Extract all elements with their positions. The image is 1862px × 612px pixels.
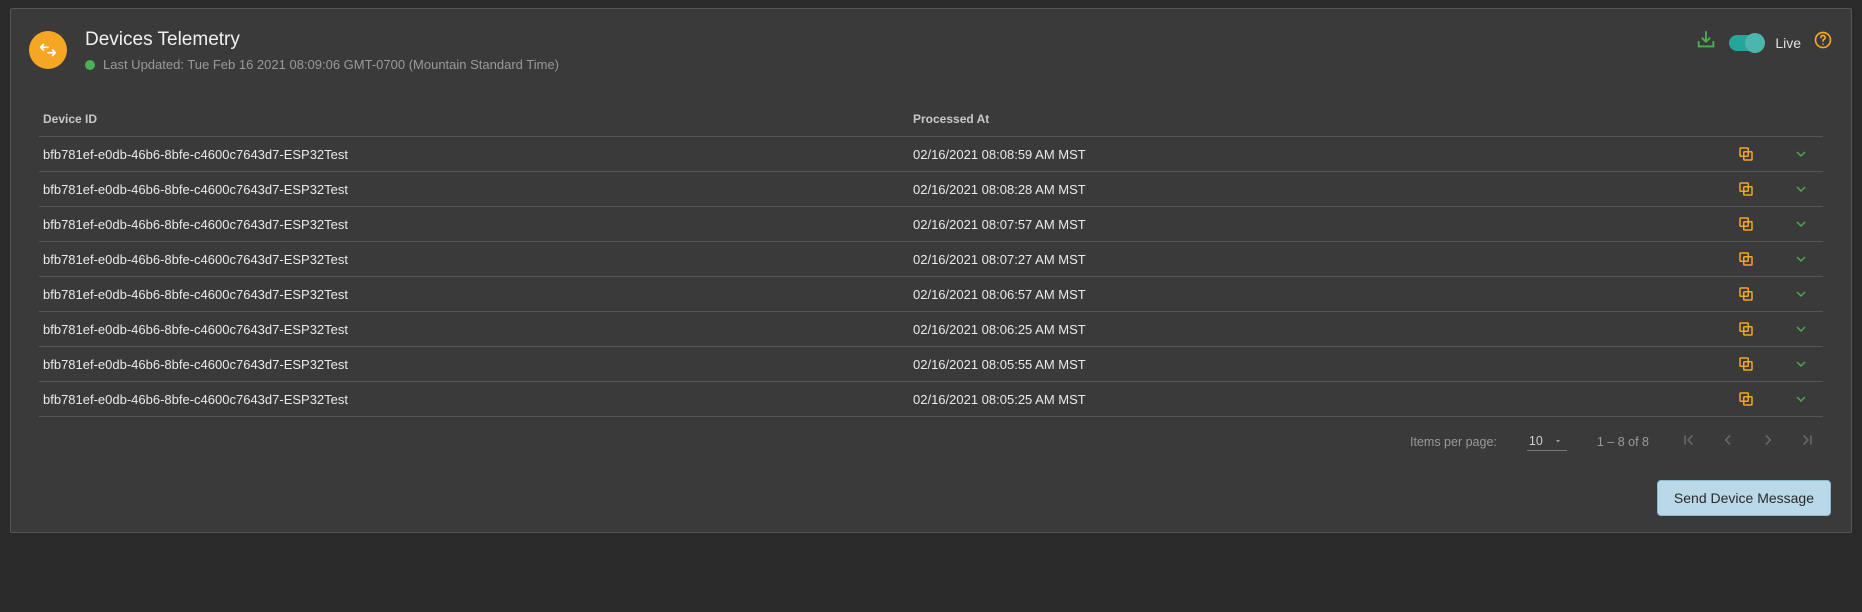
items-per-page-select[interactable]: 10 (1527, 432, 1567, 451)
chevron-down-icon (1793, 391, 1809, 407)
cell-device-id: bfb781ef-e0db-46b6-8bfe-c4600c7643d7-ESP… (43, 252, 913, 267)
copy-button[interactable] (1737, 390, 1755, 408)
panel-footer: Send Device Message (29, 460, 1833, 518)
table-row: bfb781ef-e0db-46b6-8bfe-c4600c7643d7-ESP… (39, 276, 1823, 311)
last-updated-row: Last Updated: Tue Feb 16 2021 08:09:06 G… (85, 57, 559, 72)
copy-icon (1737, 355, 1755, 373)
copy-icon (1737, 285, 1755, 303)
table-row: bfb781ef-e0db-46b6-8bfe-c4600c7643d7-ESP… (39, 241, 1823, 276)
first-page-button[interactable] (1679, 431, 1697, 452)
copy-icon (1737, 215, 1755, 233)
last-page-button[interactable] (1799, 431, 1817, 452)
copy-button[interactable] (1737, 215, 1755, 233)
toggle-knob (1745, 33, 1765, 53)
cell-processed-at: 02/16/2021 08:07:27 AM MST (913, 252, 1699, 267)
chevron-down-icon (1793, 321, 1809, 337)
col-header-processed-at[interactable]: Processed At (913, 112, 1699, 126)
chevron-left-icon (1719, 431, 1737, 449)
chevron-down-icon (1793, 216, 1809, 232)
header-right: Live (1695, 29, 1833, 56)
copy-button[interactable] (1737, 250, 1755, 268)
table-header: Device ID Processed At (39, 102, 1823, 136)
copy-icon (1737, 320, 1755, 338)
cell-processed-at: 02/16/2021 08:08:59 AM MST (913, 147, 1699, 162)
copy-button[interactable] (1737, 180, 1755, 198)
cell-processed-at: 02/16/2021 08:08:28 AM MST (913, 182, 1699, 197)
col-header-device-id[interactable]: Device ID (43, 112, 913, 126)
items-per-page-value: 10 (1529, 434, 1543, 448)
copy-button[interactable] (1737, 145, 1755, 163)
download-icon (1695, 29, 1717, 51)
table-row: bfb781ef-e0db-46b6-8bfe-c4600c7643d7-ESP… (39, 311, 1823, 346)
next-page-button[interactable] (1759, 431, 1777, 452)
expand-row-button[interactable] (1793, 391, 1809, 407)
table-row: bfb781ef-e0db-46b6-8bfe-c4600c7643d7-ESP… (39, 346, 1823, 381)
expand-row-button[interactable] (1793, 181, 1809, 197)
copy-button[interactable] (1737, 355, 1755, 373)
status-dot-icon (85, 60, 95, 70)
cell-device-id: bfb781ef-e0db-46b6-8bfe-c4600c7643d7-ESP… (43, 287, 913, 302)
cell-processed-at: 02/16/2021 08:07:57 AM MST (913, 217, 1699, 232)
table-row: bfb781ef-e0db-46b6-8bfe-c4600c7643d7-ESP… (39, 136, 1823, 171)
chevron-down-icon (1793, 356, 1809, 372)
copy-icon (1737, 250, 1755, 268)
copy-icon (1737, 180, 1755, 198)
page-range: 1 – 8 of 8 (1597, 435, 1649, 449)
cell-processed-at: 02/16/2021 08:05:55 AM MST (913, 357, 1699, 372)
copy-button[interactable] (1737, 285, 1755, 303)
first-page-icon (1679, 431, 1697, 449)
copy-icon (1737, 145, 1755, 163)
expand-row-button[interactable] (1793, 321, 1809, 337)
table-row: bfb781ef-e0db-46b6-8bfe-c4600c7643d7-ESP… (39, 381, 1823, 417)
expand-row-button[interactable] (1793, 146, 1809, 162)
swap-icon (37, 39, 59, 61)
cell-device-id: bfb781ef-e0db-46b6-8bfe-c4600c7643d7-ESP… (43, 182, 913, 197)
telemetry-panel: Devices Telemetry Last Updated: Tue Feb … (10, 8, 1852, 533)
chevron-down-icon (1793, 251, 1809, 267)
last-page-icon (1799, 431, 1817, 449)
cell-processed-at: 02/16/2021 08:06:57 AM MST (913, 287, 1699, 302)
chevron-down-icon (1793, 286, 1809, 302)
chevron-down-icon (1793, 181, 1809, 197)
dropdown-icon (1553, 436, 1563, 446)
page-title: Devices Telemetry (85, 29, 559, 51)
cell-device-id: bfb781ef-e0db-46b6-8bfe-c4600c7643d7-ESP… (43, 147, 913, 162)
expand-row-button[interactable] (1793, 286, 1809, 302)
send-device-message-button[interactable]: Send Device Message (1657, 480, 1831, 516)
cell-device-id: bfb781ef-e0db-46b6-8bfe-c4600c7643d7-ESP… (43, 217, 913, 232)
cell-device-id: bfb781ef-e0db-46b6-8bfe-c4600c7643d7-ESP… (43, 322, 913, 337)
live-toggle[interactable] (1729, 35, 1763, 51)
download-button[interactable] (1695, 29, 1717, 56)
help-icon (1813, 30, 1833, 50)
table-body: bfb781ef-e0db-46b6-8bfe-c4600c7643d7-ESP… (39, 136, 1823, 417)
copy-button[interactable] (1737, 320, 1755, 338)
copy-icon (1737, 390, 1755, 408)
cell-processed-at: 02/16/2021 08:05:25 AM MST (913, 392, 1699, 407)
items-per-page-label: Items per page: (1410, 435, 1497, 449)
cell-device-id: bfb781ef-e0db-46b6-8bfe-c4600c7643d7-ESP… (43, 392, 913, 407)
last-updated-text: Last Updated: Tue Feb 16 2021 08:09:06 G… (103, 57, 559, 72)
help-button[interactable] (1813, 30, 1833, 55)
prev-page-button[interactable] (1719, 431, 1737, 452)
cell-device-id: bfb781ef-e0db-46b6-8bfe-c4600c7643d7-ESP… (43, 357, 913, 372)
cell-processed-at: 02/16/2021 08:06:25 AM MST (913, 322, 1699, 337)
live-label: Live (1775, 35, 1801, 51)
chevron-right-icon (1759, 431, 1777, 449)
panel-header: Devices Telemetry Last Updated: Tue Feb … (29, 29, 1833, 72)
telemetry-avatar-icon (29, 31, 67, 69)
table-row: bfb781ef-e0db-46b6-8bfe-c4600c7643d7-ESP… (39, 171, 1823, 206)
expand-row-button[interactable] (1793, 216, 1809, 232)
telemetry-table: Device ID Processed At bfb781ef-e0db-46b… (29, 102, 1833, 460)
paginator: Items per page: 10 1 – 8 of 8 (39, 417, 1823, 460)
header-left: Devices Telemetry Last Updated: Tue Feb … (29, 29, 559, 72)
expand-row-button[interactable] (1793, 356, 1809, 372)
expand-row-button[interactable] (1793, 251, 1809, 267)
table-row: bfb781ef-e0db-46b6-8bfe-c4600c7643d7-ESP… (39, 206, 1823, 241)
chevron-down-icon (1793, 146, 1809, 162)
